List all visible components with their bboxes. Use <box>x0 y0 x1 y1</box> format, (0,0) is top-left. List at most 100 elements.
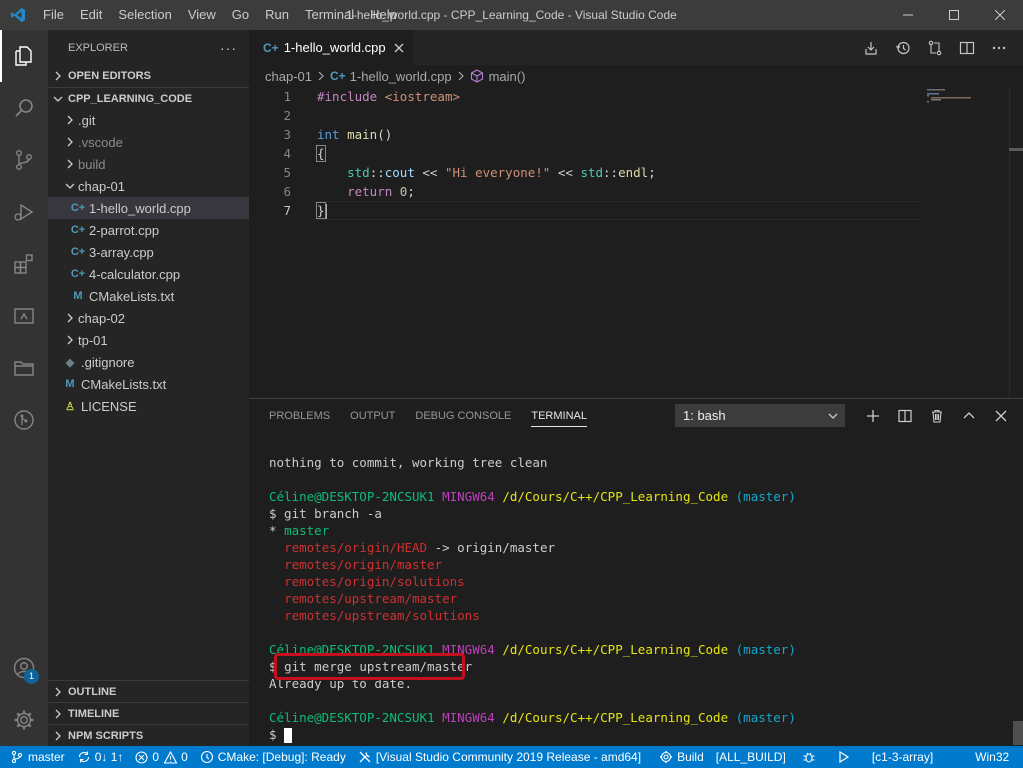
tree-item[interactable]: .git <box>48 109 249 131</box>
code-line-5: 5 std::cout << "Hi everyone!" << std::en… <box>249 163 929 182</box>
accounts-icon[interactable]: 1 <box>0 642 48 694</box>
menu-edit[interactable]: Edit <box>72 0 110 30</box>
menu-view[interactable]: View <box>180 0 224 30</box>
status-kit[interactable]: [Visual Studio Community 2019 Release - … <box>352 746 647 768</box>
terminal-select[interactable]: 1: bash <box>675 404 845 427</box>
menu-terminal[interactable]: Terminal <box>297 0 362 30</box>
timeline-section[interactable]: TIMELINE <box>48 702 249 724</box>
close-tab-icon[interactable] <box>394 43 404 53</box>
line-number: 7 <box>283 203 291 218</box>
minimize-button[interactable] <box>885 0 931 30</box>
terminal-select-value: 1: bash <box>683 408 726 423</box>
breadcrumb-file[interactable]: 1-hello_world.cpp <box>350 69 452 84</box>
tree-item-label: LICENSE <box>81 398 137 414</box>
breadcrumb-symbol[interactable]: main() <box>489 69 526 84</box>
tree-item[interactable]: build <box>48 153 249 175</box>
tree-item[interactable]: M CMakeLists.txt <box>48 285 249 307</box>
tree-item-label: 2-parrot.cpp <box>89 222 160 238</box>
trash-icon[interactable] <box>921 399 953 433</box>
search-icon[interactable] <box>0 82 48 134</box>
line-number: 1 <box>283 89 291 104</box>
status-build-label: Build <box>677 750 704 764</box>
bottom-panel: PROBLEMS OUTPUT DEBUG CONSOLE TERMINAL 1… <box>249 398 1023 746</box>
chevron-right-icon <box>317 71 325 81</box>
status-problems[interactable]: 0 0 <box>129 746 193 768</box>
terminal-scrollbar[interactable] <box>1013 721 1023 745</box>
status-run[interactable] <box>832 746 860 768</box>
token-namespace: std <box>580 165 604 180</box>
status-platform[interactable]: Win32 <box>969 746 1015 768</box>
status-platform-label: Win32 <box>975 750 1010 764</box>
line-content: { <box>293 144 326 163</box>
run-debug-icon[interactable] <box>0 186 48 238</box>
breadcrumb-folder[interactable]: chap-01 <box>265 69 312 84</box>
status-sync[interactable]: 0↓ 1↑ <box>71 746 130 768</box>
status-branch[interactable]: master <box>0 746 71 768</box>
token-cout: cout <box>384 165 415 180</box>
remote-branch: remotes/upstream/master <box>284 591 458 606</box>
status-cmake[interactable]: CMake: [Debug]: Ready <box>194 746 352 768</box>
maximize-button[interactable] <box>931 0 977 30</box>
terminal-output[interactable]: nothing to commit, working tree clean Cé… <box>269 454 796 743</box>
menu-selection[interactable]: Selection <box>110 0 179 30</box>
remote-branch: remotes/origin/solutions <box>284 574 465 589</box>
tab-hello-world[interactable]: C+ 1-hello_world.cpp <box>249 30 414 65</box>
more-actions-icon[interactable]: ··· <box>220 40 237 56</box>
source-control-icon[interactable] <box>0 134 48 186</box>
status-debug[interactable] <box>796 746 826 768</box>
code-line-1: 1 #include <iostream> <box>249 87 929 106</box>
history-icon[interactable] <box>887 30 919 65</box>
split-editor-icon[interactable] <box>951 30 983 65</box>
new-terminal-icon[interactable] <box>857 399 889 433</box>
git-graph-icon[interactable] <box>0 394 48 446</box>
remote-explorer-icon[interactable] <box>0 290 48 342</box>
close-panel-icon[interactable] <box>985 399 1017 433</box>
manage-gear-icon[interactable] <box>0 694 48 746</box>
tree-item[interactable]: C+ 3-array.cpp <box>48 241 249 263</box>
compare-changes-icon[interactable] <box>919 30 951 65</box>
tree-item-label: 3-array.cpp <box>89 244 154 260</box>
tree-item[interactable]: ◆ .gitignore <box>48 351 249 373</box>
tab-problems[interactable]: PROBLEMS <box>259 399 340 433</box>
tree-item[interactable]: ♙ LICENSE <box>48 395 249 417</box>
outline-label: OUTLINE <box>68 685 117 698</box>
code-editor[interactable]: 1 #include <iostream> 2 3 int main() 4 {… <box>249 87 929 220</box>
token-semicolon: ; <box>648 165 656 180</box>
tree-item[interactable]: C+ 4-calculator.cpp <box>48 263 249 285</box>
save-download-icon[interactable] <box>855 30 887 65</box>
token-parens: () <box>377 127 393 142</box>
tree-item[interactable]: chap-01 <box>48 175 249 197</box>
tree-item[interactable]: C+ 2-parrot.cpp <box>48 219 249 241</box>
menu-run[interactable]: Run <box>257 0 297 30</box>
prompt-env: MINGW64 <box>442 710 495 725</box>
split-terminal-icon[interactable] <box>889 399 921 433</box>
npm-scripts-section[interactable]: NPM SCRIPTS <box>48 724 249 746</box>
tree-item[interactable]: M CMakeLists.txt <box>48 373 249 395</box>
tab-terminal[interactable]: TERMINAL <box>521 399 597 433</box>
menu-file[interactable]: File <box>35 0 72 30</box>
tree-item[interactable]: tp-01 <box>48 329 249 351</box>
chevron-right-icon <box>457 71 465 81</box>
status-launch-target[interactable]: [c1-3-array] <box>866 746 939 768</box>
status-build[interactable]: Build <box>653 746 710 768</box>
tree-item[interactable]: C+ 1-hello_world.cpp <box>48 197 249 219</box>
minimap[interactable] <box>927 87 1007 137</box>
project-manager-icon[interactable] <box>0 342 48 394</box>
more-actions-icon[interactable] <box>983 30 1015 65</box>
tab-debug-console[interactable]: DEBUG CONSOLE <box>405 399 521 433</box>
menu-help[interactable]: Help <box>362 0 405 30</box>
close-window-button[interactable] <box>977 0 1023 30</box>
tree-item[interactable]: chap-02 <box>48 307 249 329</box>
explorer-icon[interactable] <box>0 30 48 82</box>
tab-output[interactable]: OUTPUT <box>340 399 405 433</box>
workspace-section[interactable]: CPP_LEARNING_CODE <box>48 87 249 109</box>
tree-item[interactable]: .vscode <box>48 131 249 153</box>
status-bar: master 0↓ 1↑ 0 0 CMake: [Debug]: Ready [… <box>0 746 1023 768</box>
maximize-panel-icon[interactable] <box>953 399 985 433</box>
editor-scrollbar[interactable] <box>1009 87 1023 398</box>
menu-go[interactable]: Go <box>224 0 257 30</box>
extensions-icon[interactable] <box>0 238 48 290</box>
outline-section[interactable]: OUTLINE <box>48 680 249 702</box>
open-editors-section[interactable]: OPEN EDITORS <box>48 65 249 87</box>
status-target[interactable]: [ALL_BUILD] <box>710 746 792 768</box>
